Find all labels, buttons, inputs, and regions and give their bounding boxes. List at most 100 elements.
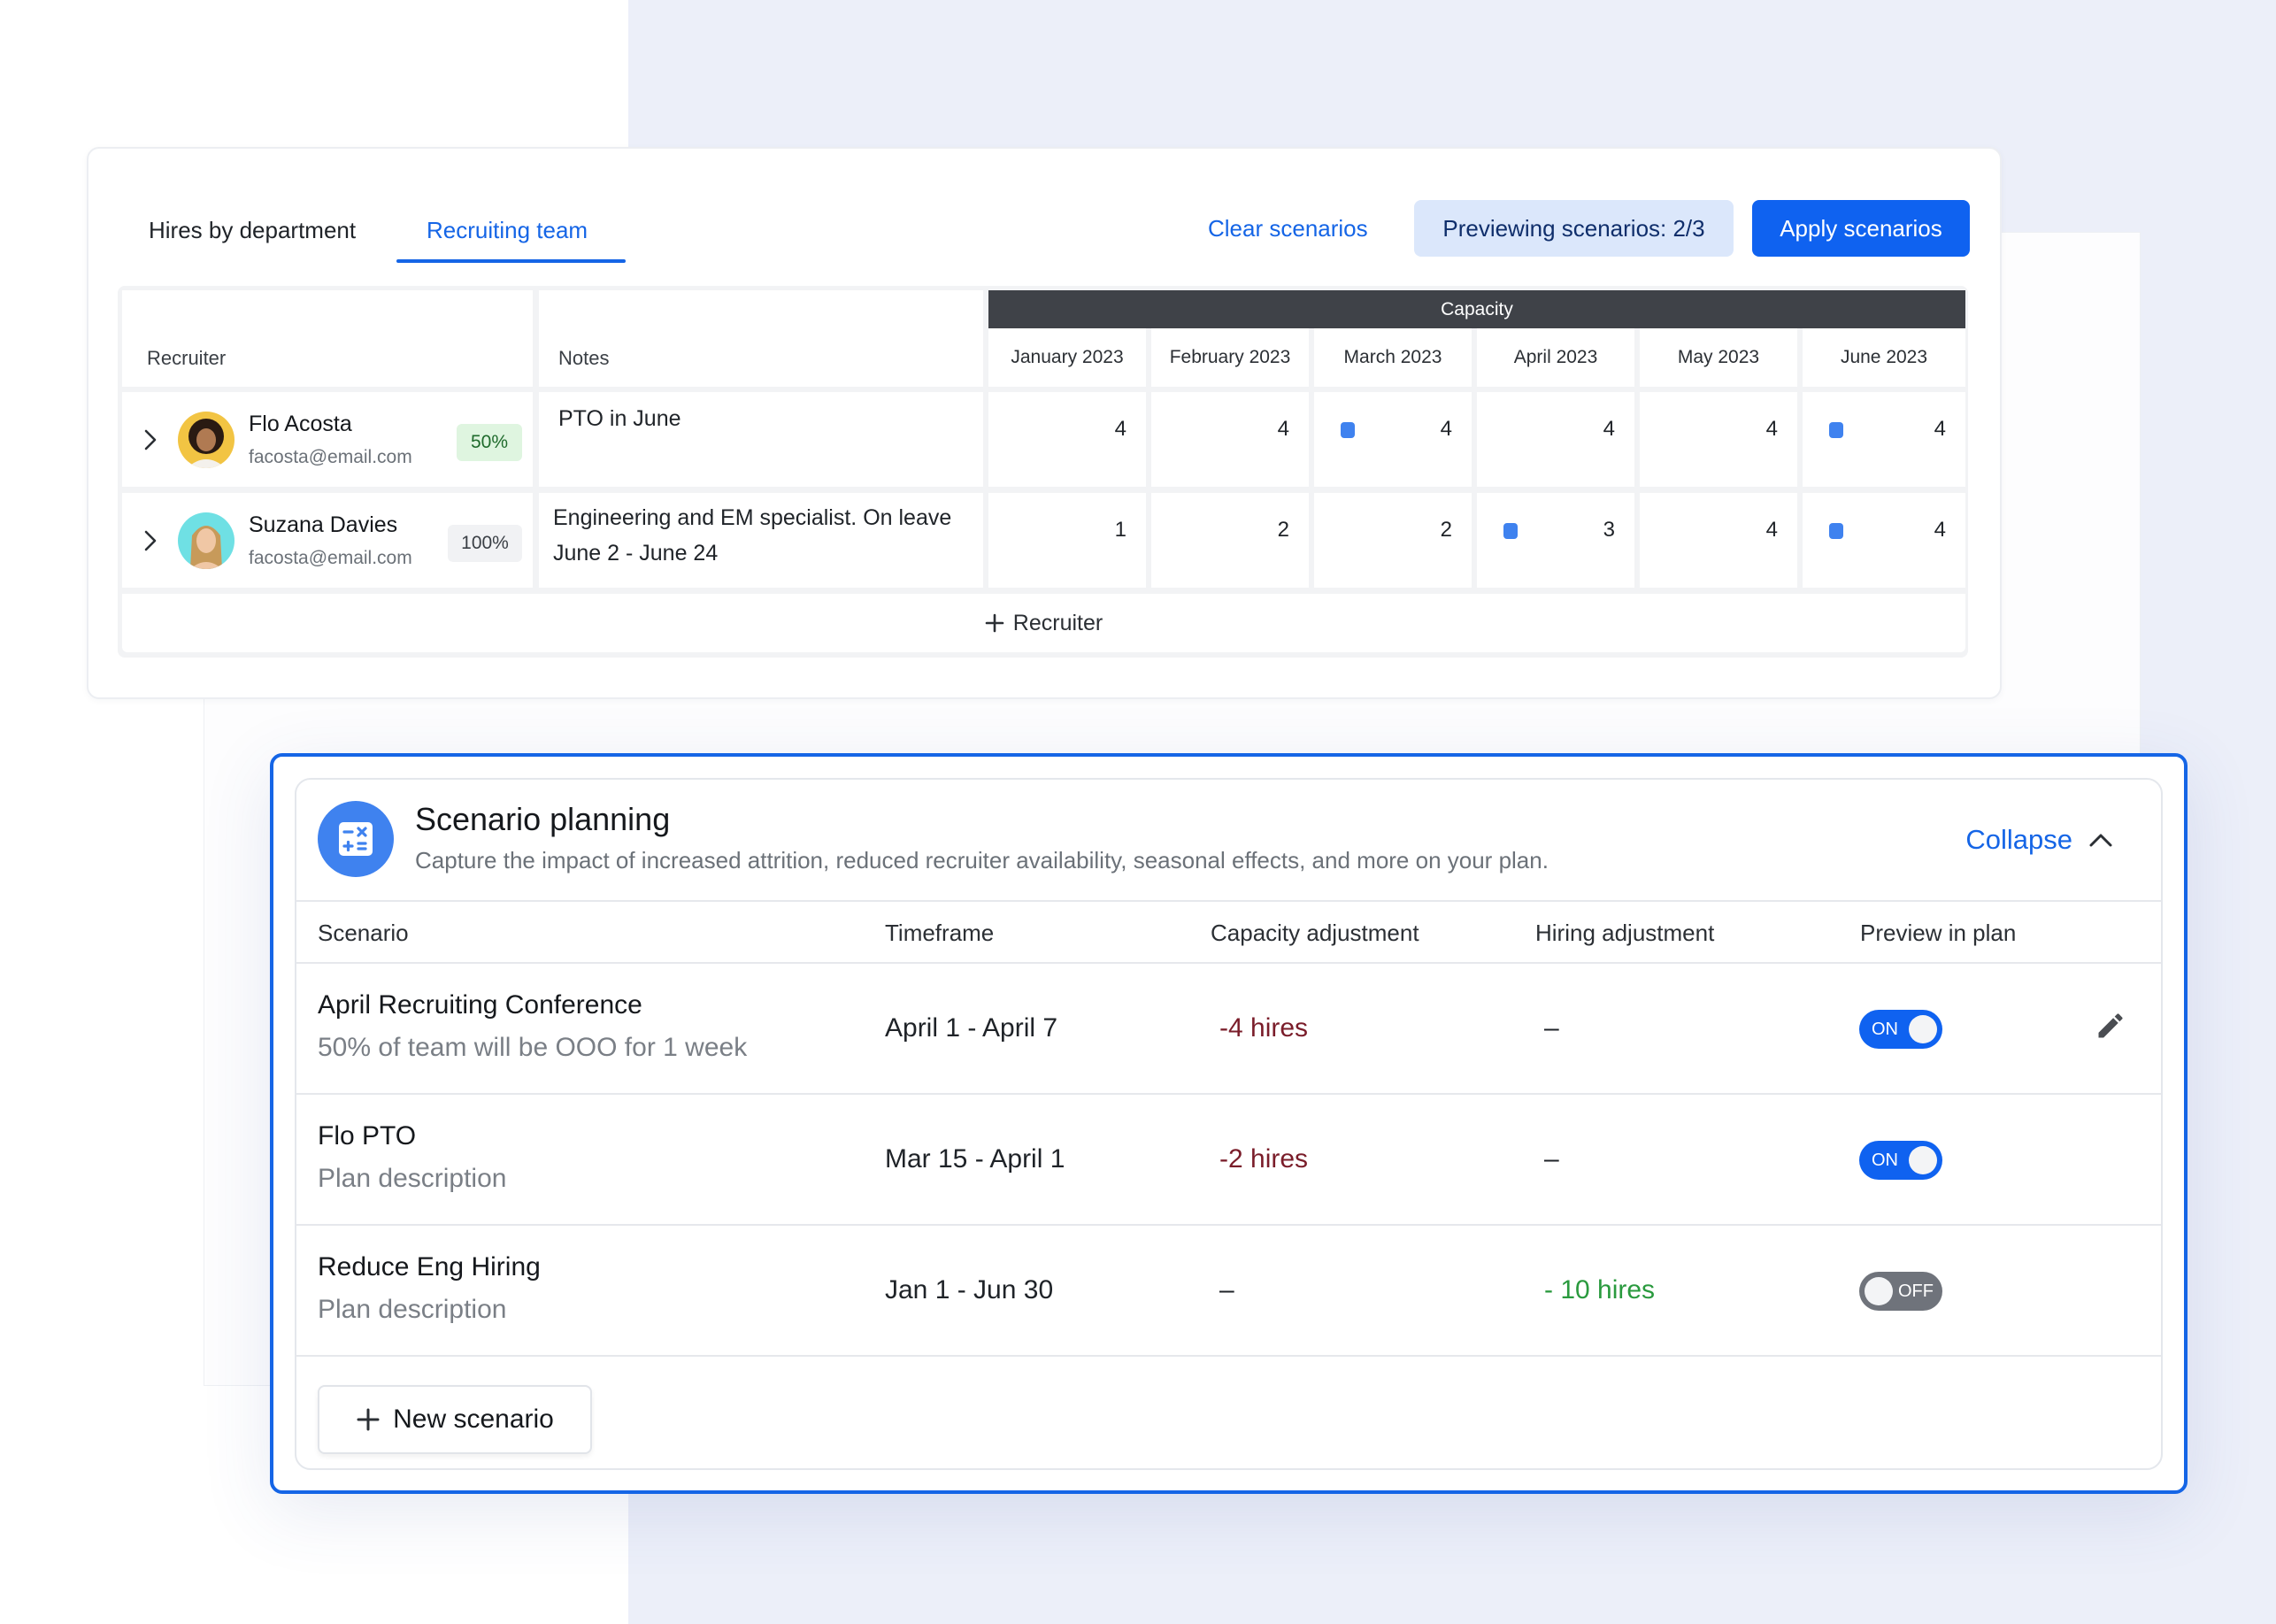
column-header-hiring-adjustment: Hiring adjustment <box>1535 920 1715 946</box>
recruiter-name: Suzana Davies <box>249 512 398 537</box>
recruiting-capacity-card: Hires by department Recruiting team Clea… <box>87 147 2002 699</box>
capacity-cell[interactable]: 4 <box>988 392 1146 487</box>
month-column-header: May 2023 <box>1640 328 1797 387</box>
capacity-value: 4 <box>1277 417 1289 441</box>
capacity-cell[interactable]: 3 <box>1477 493 1634 588</box>
column-header-preview-in-plan: Preview in plan <box>1860 920 2017 946</box>
capacity-cell[interactable]: 4 <box>1477 392 1634 487</box>
recruiter-cell: Suzana Davies facosta@email.com 100% <box>122 493 533 588</box>
tab-hires-by-department[interactable]: Hires by department <box>149 204 356 257</box>
add-recruiter-button[interactable]: Recruiter <box>122 594 1965 652</box>
recruiter-name: Flo Acosta <box>249 412 352 436</box>
capacity-group-header: Capacity <box>988 290 1965 328</box>
active-tab-indicator <box>396 259 626 263</box>
toggle-label: OFF <box>1898 1281 1934 1301</box>
capacity-cell[interactable]: 2 <box>1151 493 1309 588</box>
month-column-header: February 2023 <box>1151 328 1309 387</box>
preview-toggle[interactable]: ON <box>1859 1141 1942 1180</box>
clear-scenarios-button[interactable]: Clear scenarios <box>1208 200 1368 257</box>
scenario-planning-panel: Scenario planning Capture the impact of … <box>270 753 2188 1494</box>
capacity-value: 1 <box>1114 518 1126 542</box>
scenario-row: Flo PTO Plan description Mar 15 - April … <box>296 1095 2161 1226</box>
capacity-adjustment: -4 hires <box>1219 1013 1309 1043</box>
capacity-value: 4 <box>1934 518 1946 542</box>
new-scenario-label: New scenario <box>393 1405 554 1434</box>
hiring-adjustment: - 10 hires <box>1544 1275 1656 1305</box>
recruiter-header-cell: Recruiter <box>122 290 533 387</box>
scenario-marker-icon <box>1829 523 1843 539</box>
capacity-cell[interactable]: 4 <box>1640 493 1797 588</box>
apply-scenarios-button[interactable]: Apply scenarios <box>1752 200 1970 257</box>
toggle-label: ON <box>1872 1020 1898 1039</box>
new-scenario-button[interactable]: New scenario <box>318 1385 592 1454</box>
scenario-timeframe: Mar 15 - April 1 <box>885 1144 1065 1174</box>
preview-toggle[interactable]: OFF <box>1859 1272 1942 1311</box>
capacity-value: 3 <box>1603 518 1615 542</box>
capacity-cell[interactable]: 4 <box>1151 392 1309 487</box>
plus-icon <box>985 613 1004 633</box>
capacity-cell[interactable]: 4 <box>1314 392 1472 487</box>
scenario-row: Reduce Eng Hiring Plan description Jan 1… <box>296 1226 2161 1357</box>
recruiter-email: facosta@email.com <box>249 548 412 568</box>
add-recruiter-label: Recruiter <box>1012 610 1103 635</box>
notes-column-header: Notes <box>558 347 610 369</box>
capacity-value: 4 <box>1765 518 1778 542</box>
capacity-value: 2 <box>1440 518 1452 542</box>
scenario-name: Flo PTO <box>318 1121 417 1151</box>
scenario-planning-subtitle: Capture the impact of increased attritio… <box>415 847 1549 874</box>
chevron-up-icon <box>2089 834 2112 847</box>
month-column-header: June 2023 <box>1803 328 1965 387</box>
scenario-marker-icon <box>1503 523 1518 539</box>
plus-icon <box>357 1408 380 1431</box>
capacity-adjustment: – <box>1219 1275 1234 1305</box>
scenario-name: April Recruiting Conference <box>318 990 642 1020</box>
capacity-value: 4 <box>1603 417 1615 441</box>
capacity-cell[interactable]: 2 <box>1314 493 1472 588</box>
column-header-capacity-adjustment: Capacity adjustment <box>1211 920 1419 946</box>
allocation-badge: 50% <box>457 424 522 461</box>
note-text-line2: June 2 - June 24 <box>553 541 719 566</box>
capacity-value: 4 <box>1765 417 1778 441</box>
tab-recruiting-team[interactable]: Recruiting team <box>427 204 588 257</box>
month-column-header: April 2023 <box>1477 328 1634 387</box>
capacity-value: 4 <box>1114 417 1126 441</box>
note-text: PTO in June <box>558 406 681 431</box>
allocation-badge: 100% <box>448 525 522 562</box>
scenario-marker-icon <box>1341 422 1355 438</box>
toggle-knob <box>1909 1146 1937 1174</box>
column-header-timeframe: Timeframe <box>885 920 995 946</box>
notes-cell[interactable]: PTO in June <box>539 392 983 487</box>
toggle-knob <box>1865 1277 1893 1305</box>
scenario-description: 50% of team will be OOO for 1 week <box>318 1033 748 1062</box>
capacity-cell[interactable]: 4 <box>1803 493 1965 588</box>
scenario-name: Reduce Eng Hiring <box>318 1252 541 1281</box>
scenario-description: Plan description <box>318 1295 507 1324</box>
scenario-timeframe: April 1 - April 7 <box>885 1013 1058 1043</box>
pencil-icon[interactable] <box>2095 1010 2126 1042</box>
hiring-adjustment: – <box>1544 1013 1559 1043</box>
note-text: Engineering and EM specialist. On leave <box>553 505 952 530</box>
toggle-knob <box>1909 1015 1937 1043</box>
capacity-value: 4 <box>1440 417 1452 441</box>
scenario-marker-icon <box>1829 422 1843 438</box>
recruiter-cell: Flo Acosta facosta@email.com 50% <box>122 392 533 487</box>
collapse-button[interactable]: Collapse <box>1965 824 2113 856</box>
preview-toggle[interactable]: ON <box>1859 1010 1942 1049</box>
scenario-row: April Recruiting Conference 50% of team … <box>296 964 2161 1095</box>
capacity-cell[interactable]: 1 <box>988 493 1146 588</box>
calculator-icon <box>318 801 394 877</box>
avatar <box>178 412 235 468</box>
recruiter-email: facosta@email.com <box>249 447 412 467</box>
notes-cell[interactable]: Engineering and EM specialist. On leave … <box>539 493 983 588</box>
notes-header-cell: Notes <box>539 290 983 387</box>
capacity-cell[interactable]: 4 <box>1803 392 1965 487</box>
chevron-right-icon[interactable] <box>142 528 159 553</box>
capacity-value: 4 <box>1934 417 1946 441</box>
capacity-value: 2 <box>1277 518 1289 542</box>
divider <box>296 1355 2161 1357</box>
divider <box>296 900 2161 902</box>
chevron-right-icon[interactable] <box>142 427 159 452</box>
scenario-planning-card: Scenario planning Capture the impact of … <box>295 778 2163 1470</box>
capacity-cell[interactable]: 4 <box>1640 392 1797 487</box>
scenario-description: Plan description <box>318 1164 507 1193</box>
